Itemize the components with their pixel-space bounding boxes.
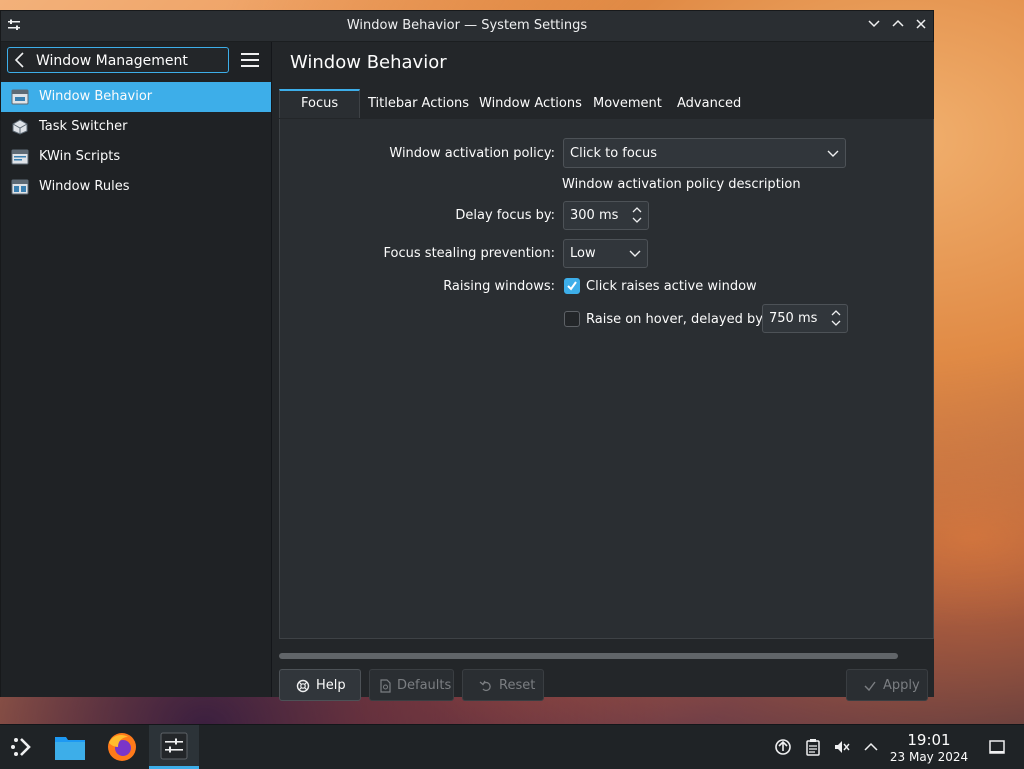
clock-time[interactable]: 19:01 bbox=[900, 731, 958, 749]
defaults-label: Defaults bbox=[397, 678, 452, 693]
apply-label: Apply bbox=[883, 678, 920, 693]
activation-policy-description: Window activation policy description bbox=[562, 177, 801, 192]
chevron-up-icon[interactable] bbox=[862, 738, 880, 756]
taskbar: 19:01 23 May 2024 bbox=[0, 724, 1024, 769]
focus-tab-panel bbox=[279, 119, 934, 639]
help-button[interactable]: Help bbox=[279, 669, 361, 701]
document-defaults-icon bbox=[380, 679, 391, 693]
horizontal-scrollbar[interactable] bbox=[279, 653, 898, 659]
tab-advanced[interactable]: Advanced bbox=[668, 89, 750, 119]
tab-bar: Focus Titlebar Actions Window Actions Mo… bbox=[279, 89, 934, 120]
window-rules-icon bbox=[11, 179, 29, 195]
chevron-down-icon bbox=[868, 20, 880, 28]
activation-policy-label: Window activation policy: bbox=[389, 146, 555, 161]
sidebar-item-window-behavior[interactable]: Window Behavior bbox=[1, 82, 271, 112]
raise-hover-delay-spinbox[interactable]: 750 ms bbox=[762, 304, 848, 333]
reset-label: Reset bbox=[499, 678, 536, 693]
delay-focus-spinbox[interactable]: 300 ms bbox=[563, 201, 649, 230]
click-raises-label[interactable]: Click raises active window bbox=[586, 279, 757, 294]
updates-icon[interactable] bbox=[774, 738, 792, 756]
folder-icon bbox=[55, 737, 85, 760]
chevron-down-icon bbox=[629, 250, 641, 257]
minimize-button[interactable] bbox=[865, 17, 883, 35]
back-arrow-icon bbox=[14, 52, 24, 68]
main-content: Window Behavior Focus Titlebar Actions W… bbox=[272, 42, 934, 701]
system-settings-window: Window Behavior — System Settings Window… bbox=[0, 10, 934, 701]
sidebar-header: Window Management bbox=[1, 42, 271, 82]
tab-window-actions[interactable]: Window Actions bbox=[470, 89, 591, 119]
undo-icon bbox=[479, 680, 491, 692]
spin-arrows-icon[interactable] bbox=[631, 205, 643, 225]
focus-stealing-label: Focus stealing prevention: bbox=[383, 246, 555, 261]
volume-muted-icon[interactable] bbox=[833, 738, 851, 756]
chevron-down-icon bbox=[827, 150, 839, 157]
maximize-button[interactable] bbox=[889, 17, 907, 35]
apply-button[interactable]: Apply bbox=[846, 669, 928, 701]
back-button[interactable]: Window Management bbox=[7, 47, 229, 73]
help-icon bbox=[296, 679, 310, 693]
close-icon bbox=[916, 19, 926, 29]
launcher-icon bbox=[11, 738, 31, 756]
application-launcher[interactable] bbox=[0, 725, 50, 769]
taskbar-file-manager[interactable] bbox=[45, 725, 95, 769]
raise-on-hover-label[interactable]: Raise on hover, delayed by: bbox=[586, 312, 766, 327]
spin-arrows-icon[interactable] bbox=[830, 308, 842, 328]
close-button[interactable] bbox=[912, 17, 930, 35]
settings-app-icon bbox=[160, 732, 188, 760]
back-label: Window Management bbox=[36, 53, 188, 69]
kwin-scripts-icon bbox=[11, 149, 29, 165]
window-behavior-icon bbox=[11, 89, 29, 105]
sidebar-item-label: Window Behavior bbox=[39, 89, 153, 104]
click-raises-checkbox[interactable] bbox=[564, 278, 580, 294]
defaults-button[interactable]: Defaults bbox=[369, 669, 454, 701]
checkmark-icon bbox=[864, 681, 876, 692]
raise-hover-delay-value: 750 ms bbox=[769, 311, 818, 326]
raising-windows-label: Raising windows: bbox=[443, 279, 555, 294]
clipboard-icon[interactable] bbox=[804, 738, 822, 756]
task-switcher-icon bbox=[12, 119, 28, 135]
sidebar-item-window-rules[interactable]: Window Rules bbox=[1, 172, 271, 202]
window-title: Window Behavior — System Settings bbox=[346, 18, 588, 33]
sidebar-item-label: Task Switcher bbox=[39, 119, 128, 134]
taskbar-system-settings[interactable] bbox=[149, 725, 199, 769]
raise-on-hover-checkbox[interactable] bbox=[564, 311, 580, 327]
activation-policy-select[interactable]: Click to focus bbox=[563, 138, 846, 168]
tab-focus[interactable]: Focus bbox=[279, 89, 361, 118]
sidebar: Window Management Window Behavior Task S… bbox=[1, 42, 272, 697]
focus-stealing-select[interactable]: Low bbox=[563, 239, 648, 268]
delay-focus-label: Delay focus by: bbox=[455, 208, 555, 223]
checkmark-icon bbox=[567, 281, 577, 291]
delay-focus-value: 300 ms bbox=[570, 208, 619, 223]
sidebar-item-kwin-scripts[interactable]: KWin Scripts bbox=[1, 142, 271, 172]
taskbar-firefox[interactable] bbox=[97, 725, 147, 769]
tab-titlebar-actions[interactable]: Titlebar Actions bbox=[359, 89, 478, 119]
sidebar-item-label: KWin Scripts bbox=[39, 149, 121, 164]
sidebar-item-label: Window Rules bbox=[39, 179, 130, 194]
firefox-icon bbox=[108, 733, 136, 761]
sidebar-item-task-switcher[interactable]: Task Switcher bbox=[1, 112, 271, 142]
chevron-up-icon bbox=[892, 19, 904, 27]
titlebar[interactable]: Window Behavior — System Settings bbox=[1, 11, 933, 42]
page-title: Window Behavior bbox=[290, 52, 447, 73]
tab-movement[interactable]: Movement bbox=[584, 89, 671, 119]
show-desktop-icon[interactable] bbox=[988, 738, 1006, 756]
hamburger-menu-icon[interactable] bbox=[241, 53, 259, 67]
reset-button[interactable]: Reset bbox=[462, 669, 544, 701]
clock-date[interactable]: 23 May 2024 bbox=[884, 750, 974, 764]
activation-policy-value: Click to focus bbox=[570, 146, 657, 161]
help-label: Help bbox=[316, 678, 346, 693]
focus-stealing-value: Low bbox=[570, 246, 596, 261]
